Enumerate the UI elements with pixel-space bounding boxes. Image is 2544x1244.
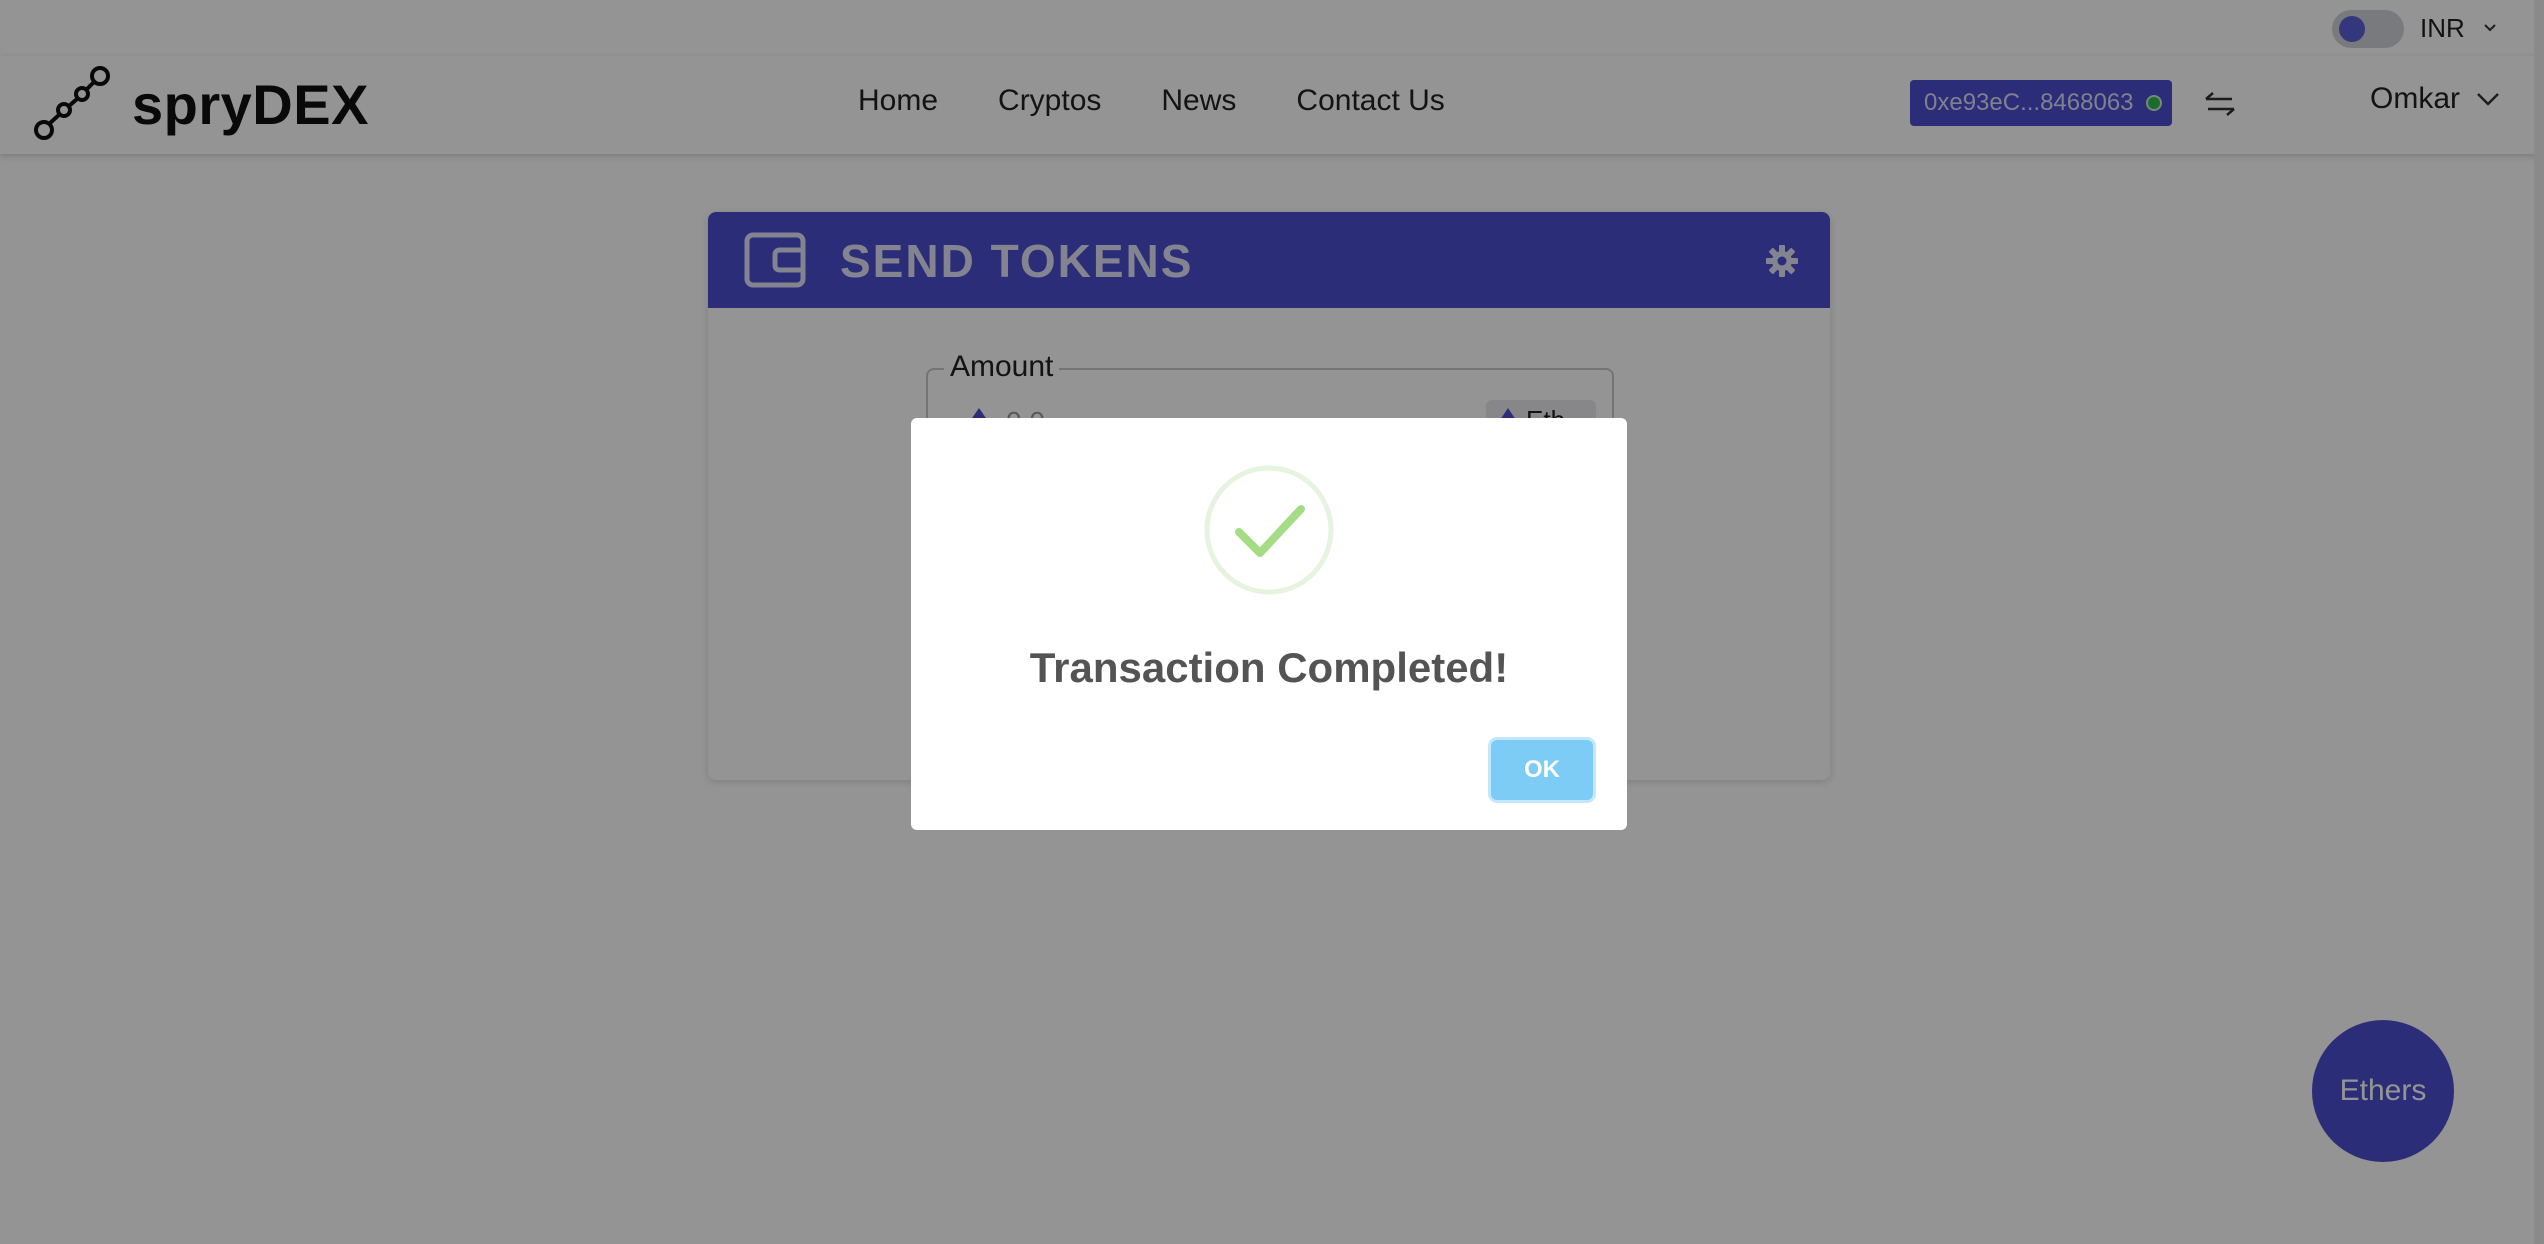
transaction-dialog: Transaction Completed! OK — [911, 418, 1627, 830]
ok-button[interactable]: OK — [1491, 740, 1593, 800]
scrollbar[interactable] — [2534, 0, 2544, 1244]
success-check-icon — [1204, 465, 1334, 595]
dialog-title: Transaction Completed! — [1029, 644, 1509, 691]
